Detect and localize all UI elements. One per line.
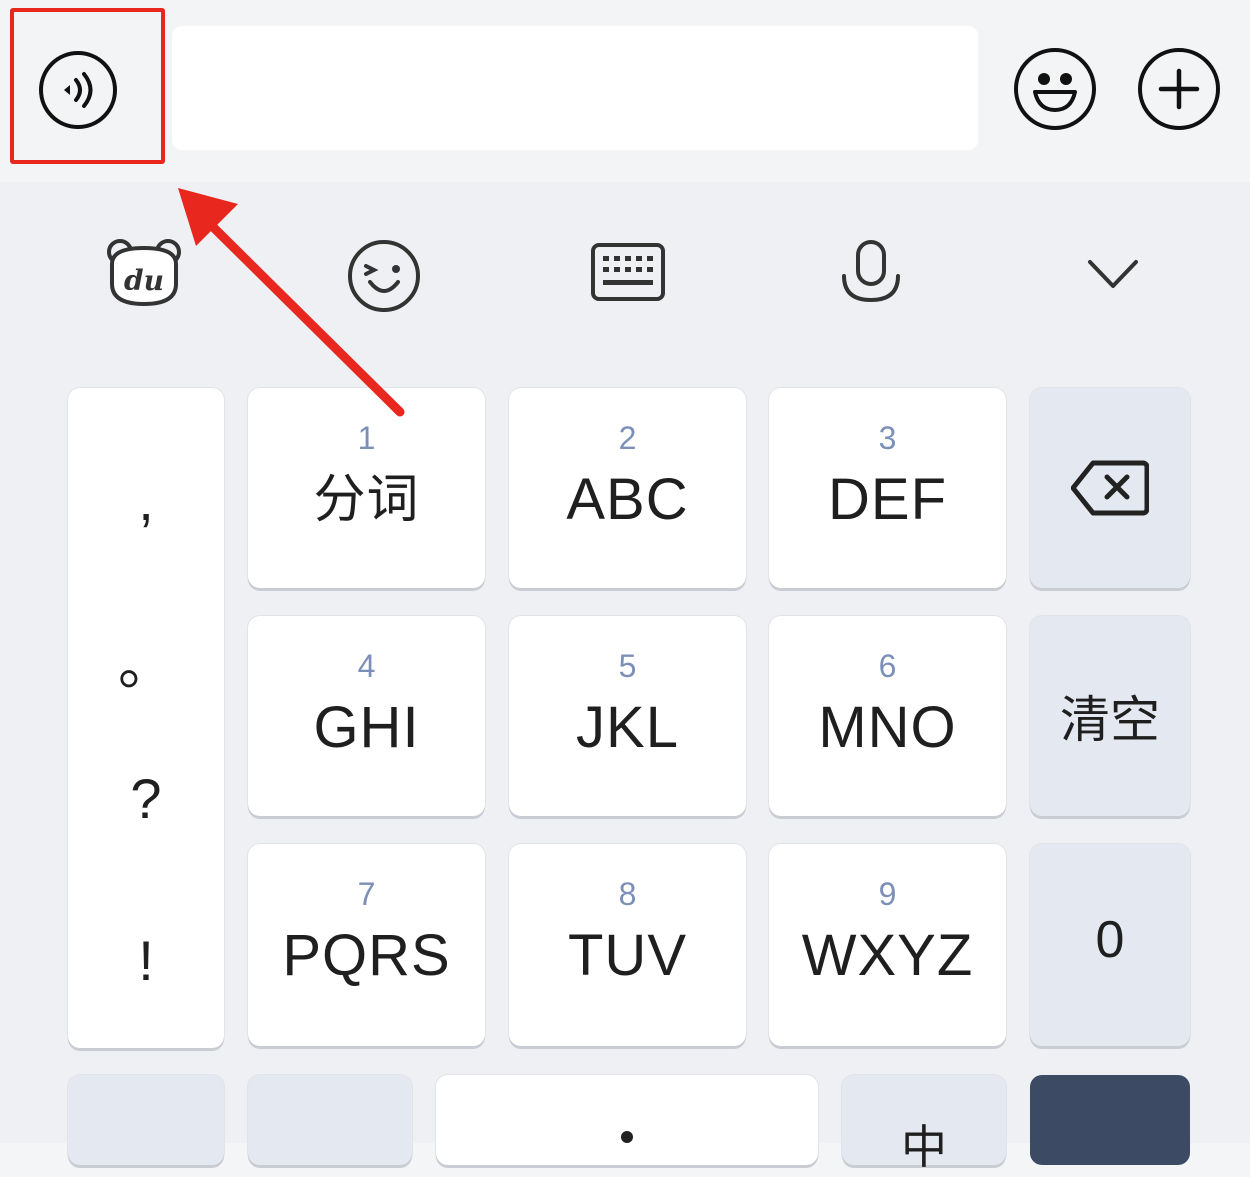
zero-key-label: 0 (1095, 911, 1125, 969)
svg-text:du: du (124, 264, 164, 297)
message-input[interactable] (172, 26, 978, 150)
plus-icon (1158, 68, 1200, 110)
space-dot-icon (621, 1131, 633, 1143)
key-number: 5 (618, 648, 637, 684)
key-2[interactable]: 2 ABC (509, 388, 746, 588)
key-9[interactable]: 9 WXYZ (769, 844, 1006, 1046)
key-letters: PQRS (282, 923, 451, 988)
punct-period[interactable]: 。 (68, 620, 224, 701)
annotation-arrow (178, 188, 405, 417)
language-switch-key[interactable]: 中 (842, 1075, 1006, 1173)
key-number: 1 (357, 420, 376, 456)
key-number: 2 (618, 420, 637, 456)
backspace-icon (1071, 460, 1149, 516)
language-key-label: 中 (901, 1121, 947, 1173)
key-number: 8 (618, 876, 637, 912)
clear-key[interactable]: 清空 (1030, 616, 1190, 816)
punctuation-column[interactable]: , 。 ? ! (68, 388, 224, 1048)
microphone-icon (842, 240, 900, 303)
voice-input-tool-button[interactable] (838, 238, 904, 313)
chevron-down-icon (1088, 260, 1138, 288)
keyboard-switch-button[interactable] (590, 242, 666, 307)
key-6[interactable]: 6 MNO (769, 616, 1006, 816)
enter-key[interactable] (1030, 1075, 1190, 1165)
symbol-key[interactable] (68, 1075, 224, 1165)
plus-button[interactable] (1138, 48, 1220, 130)
key-number: 4 (357, 648, 376, 684)
punct-comma[interactable]: , (68, 468, 224, 533)
key-letters: TUV (568, 923, 687, 988)
key-number: 3 (878, 420, 897, 456)
key-letters: JKL (576, 695, 679, 760)
key-letters: DEF (828, 467, 947, 532)
collapse-keyboard-button[interactable] (1086, 258, 1140, 295)
key-8[interactable]: 8 TUV (509, 844, 746, 1046)
key-letters: WXYZ (801, 923, 974, 988)
key-3[interactable]: 3 DEF (769, 388, 1006, 588)
zero-key[interactable]: 0 (1030, 844, 1190, 1046)
key-letters: ABC (566, 467, 689, 532)
keyboard-icon (591, 243, 665, 301)
smiley-icon (1033, 73, 1077, 112)
key-letters: 分词 (313, 471, 420, 529)
key-5[interactable]: 5 JKL (509, 616, 746, 816)
clear-key-label: 清空 (1060, 692, 1160, 748)
number-switch-key[interactable] (248, 1075, 412, 1165)
highlight-box (10, 8, 165, 164)
punct-question[interactable]: ? (68, 766, 224, 831)
key-letters: MNO (818, 695, 957, 760)
key-4[interactable]: 4 GHI (248, 616, 485, 816)
key-number: 7 (357, 876, 376, 912)
key-number: 6 (878, 648, 897, 684)
key-7[interactable]: 7 PQRS (248, 844, 485, 1046)
key-letters: GHI (313, 695, 420, 760)
emoji-button[interactable] (1014, 48, 1096, 130)
backspace-key[interactable] (1030, 388, 1190, 588)
punct-exclaim[interactable]: ! (68, 928, 224, 993)
key-number: 9 (878, 876, 897, 912)
space-key[interactable] (436, 1075, 818, 1165)
